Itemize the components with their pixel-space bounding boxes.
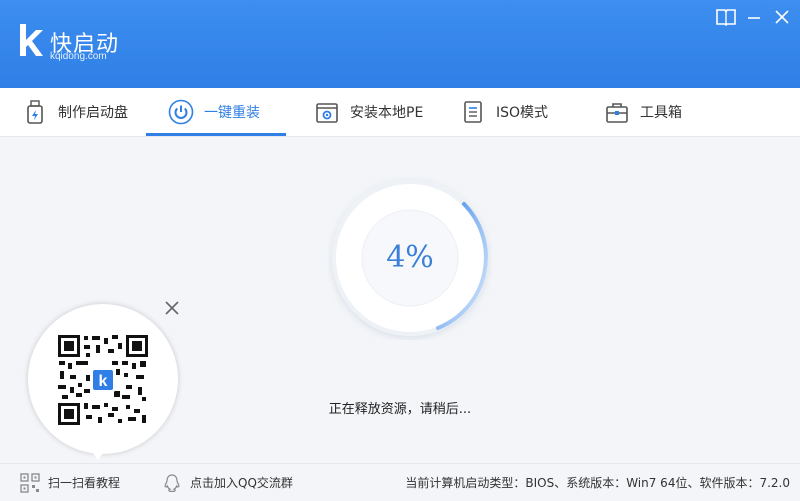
- tab-iso-mode[interactable]: ISO模式: [460, 88, 548, 136]
- toolbox-icon: [606, 103, 628, 123]
- qr-popup-tail: [86, 444, 110, 460]
- tab-toolbox[interactable]: 工具箱: [604, 88, 682, 136]
- progress-percent: 4%: [386, 240, 434, 275]
- tab-one-click-reinstall[interactable]: 一键重装: [168, 88, 260, 136]
- qr-center-logo: k: [99, 373, 108, 390]
- join-qq-group-link[interactable]: 点击加入QQ交流群: [162, 464, 293, 501]
- system-info: 当前计算机启动类型：BIOS、系统版本：Win7 64位、软件版本：7.2.0: [405, 476, 790, 490]
- tab-label: ISO模式: [496, 105, 549, 121]
- qr-scan-icon: [20, 472, 40, 493]
- tab-label: 制作启动盘: [58, 105, 128, 121]
- close-icon[interactable]: [770, 6, 794, 28]
- tab-label: 安装本地PE: [350, 105, 424, 121]
- power-icon: [168, 99, 194, 125]
- scan-tutorial-link[interactable]: 扫一扫看教程: [20, 464, 120, 501]
- tab-label: 一键重装: [204, 105, 260, 121]
- usb-drive-icon: [27, 100, 43, 124]
- title-bar: 快启动 kqidong.com: [0, 0, 800, 88]
- scan-tutorial-label: 扫一扫看教程: [48, 476, 121, 490]
- status-text: 正在释放资源，请稍后...: [328, 402, 472, 417]
- document-list-icon: [464, 101, 482, 123]
- close-icon[interactable]: [162, 298, 182, 318]
- active-tab-indicator: [146, 133, 286, 136]
- minimize-icon[interactable]: [742, 6, 766, 28]
- gear-box-icon: [316, 103, 338, 123]
- status-bar: 扫一扫看教程 点击加入QQ交流群 当前计算机启动类型：BIOS、系统版本：Win…: [0, 463, 800, 501]
- tab-bar: 制作启动盘 一键重装 安装本地PE ISO模式 工具箱: [0, 88, 800, 137]
- qr-code: k: [56, 333, 150, 427]
- join-qq-group-label: 点击加入QQ交流群: [190, 476, 293, 490]
- book-icon[interactable]: [714, 6, 738, 28]
- brand-domain: kqidong.com: [50, 51, 107, 62]
- tab-install-local-pe[interactable]: 安装本地PE: [314, 88, 423, 136]
- tab-label: 工具箱: [640, 105, 682, 121]
- tab-make-boot-disk[interactable]: 制作启动盘: [22, 88, 128, 136]
- app-logo-icon: [20, 24, 43, 56]
- qq-penguin-icon: [164, 473, 180, 492]
